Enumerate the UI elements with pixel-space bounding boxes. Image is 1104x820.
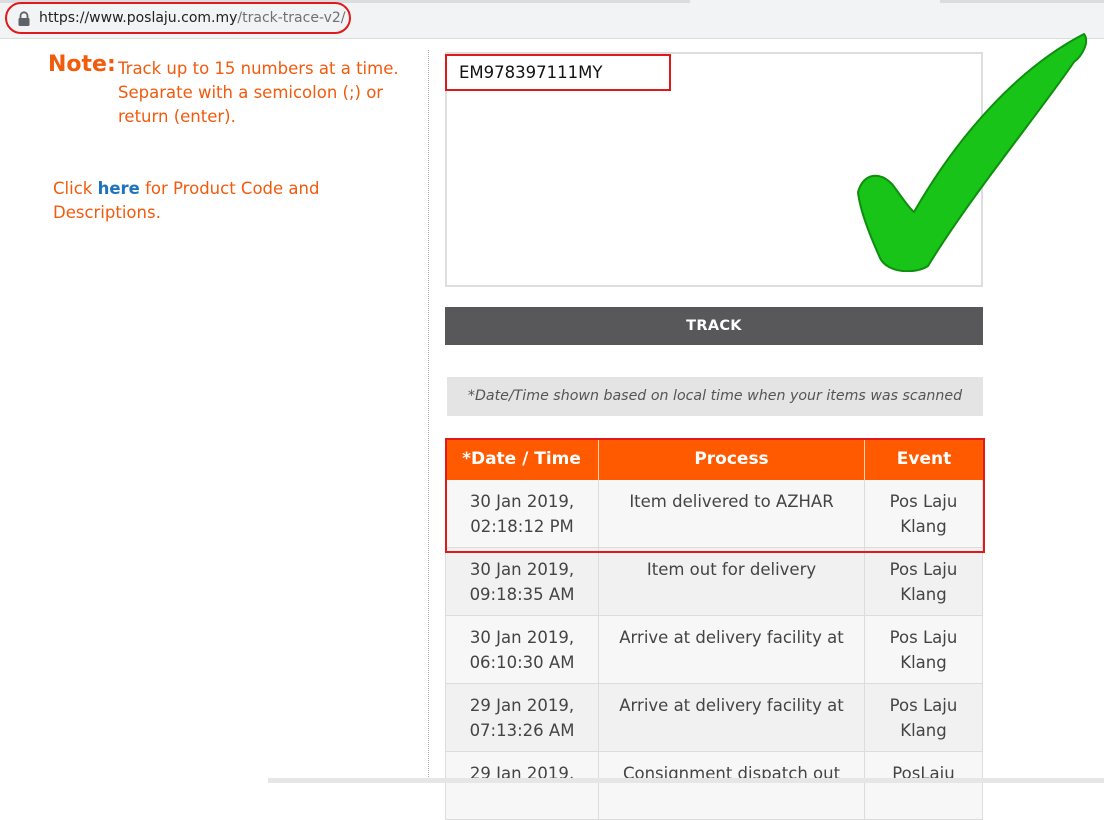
url-field[interactable]: https://www.poslaju.com.my/track-trace-v… <box>39 9 346 27</box>
cell-event: PosLaju <box>865 752 983 819</box>
cell-process: Item delivered to AZHAR <box>599 480 865 547</box>
note-line: Separate with a semicolon (;) or <box>118 83 384 102</box>
product-code-link[interactable]: here <box>98 179 140 198</box>
cell-date-time: 29 Jan 2019, <box>445 752 599 819</box>
table-row: 29 Jan 2019, Consignment dispatch out Po… <box>445 752 983 820</box>
note-text: Track up to 15 numbers at a time. Separa… <box>118 57 418 129</box>
note-label: Note: <box>48 52 116 77</box>
cell-date-time: 29 Jan 2019, 07:13:26 AM <box>445 684 599 751</box>
product-code-suffix: for Product Code and <box>145 179 320 198</box>
cell-date: 30 Jan 2019, <box>469 628 575 647</box>
table-row: 30 Jan 2019, 02:18:12 PM Item delivered t… <box>445 480 983 548</box>
cell-process: Consignment dispatch out <box>599 752 865 819</box>
cell-time: 07:13:26 AM <box>469 721 575 740</box>
table-header: *Date / Time Process Event <box>445 440 983 480</box>
cell-event: Pos Laju Klang <box>865 480 983 547</box>
url-host: https://www.poslaju.com.my <box>39 10 238 26</box>
lock-icon <box>18 11 30 26</box>
cell-process: Arrive at delivery facility at <box>599 616 865 683</box>
tracking-number-highlight: EM978397111MY <box>445 54 671 91</box>
checkmark-icon <box>857 33 1088 272</box>
cell-process: Arrive at delivery facility at <box>599 684 865 751</box>
cell-date-time: 30 Jan 2019, 09:18:35 AM <box>445 548 599 615</box>
cell-time: 06:10:30 AM <box>469 653 575 672</box>
cell-date: 29 Jan 2019, <box>469 696 575 715</box>
product-code-line: Click here for Product Code and <box>53 177 373 201</box>
cell-event: Pos Laju Klang <box>865 616 983 683</box>
cell-event-line: Klang <box>900 585 947 604</box>
cell-date: 30 Jan 2019, <box>469 560 575 579</box>
column-divider <box>428 50 429 783</box>
header-process: Process <box>599 440 865 480</box>
cell-event: Pos Laju Klang <box>865 684 983 751</box>
product-code-line: Descriptions. <box>53 203 161 222</box>
product-code-prefix: Click <box>53 179 93 198</box>
bottom-scroll-edge <box>268 778 1104 783</box>
cell-event-line: Pos Laju <box>889 696 958 715</box>
cell-date-time: 30 Jan 2019, 06:10:30 AM <box>445 616 599 683</box>
track-button[interactable]: TRACK <box>445 307 983 345</box>
cell-event-line: Klang <box>900 653 947 672</box>
note-line: return (enter). <box>118 107 236 126</box>
tracking-number-value: EM978397111MY <box>459 63 603 82</box>
header-event: Event <box>896 449 952 469</box>
table-row: 30 Jan 2019, 06:10:30 AM Arrive at delive… <box>445 616 983 684</box>
cell-event-line: Pos Laju <box>889 560 958 579</box>
table-row: 29 Jan 2019, 07:13:26 AM Arrive at delive… <box>445 684 983 752</box>
product-code-text: Click here for Product Code and Descript… <box>53 177 373 225</box>
note-line: Track up to 15 numbers at a time. <box>118 59 399 78</box>
cell-time: 02:18:12 PM <box>470 517 574 536</box>
cell-event-line: Pos Laju <box>889 492 958 511</box>
cell-event-line: Klang <box>900 721 947 740</box>
tracking-results-table: *Date / Time Process Event 30 Jan 2019, 0… <box>445 440 983 820</box>
cell-event: Pos Laju Klang <box>865 548 983 615</box>
url-path: /track-trace-v2/ <box>237 10 346 26</box>
cell-process: Item out for delivery <box>599 548 865 615</box>
table-row: 30 Jan 2019, 09:18:35 AM Item out for del… <box>445 548 983 616</box>
cell-date: 30 Jan 2019, <box>469 492 575 511</box>
cell-time: 09:18:35 AM <box>469 585 575 604</box>
tab-strip-divider <box>940 0 1104 3</box>
cell-event-line: Pos Laju <box>889 628 958 647</box>
cell-event-line: Klang <box>900 517 947 536</box>
header-date-time: *Date / Time <box>445 440 599 480</box>
date-time-note: *Date/Time shown based on local time whe… <box>447 377 983 416</box>
cell-date-time: 30 Jan 2019, 02:18:12 PM <box>445 480 599 547</box>
